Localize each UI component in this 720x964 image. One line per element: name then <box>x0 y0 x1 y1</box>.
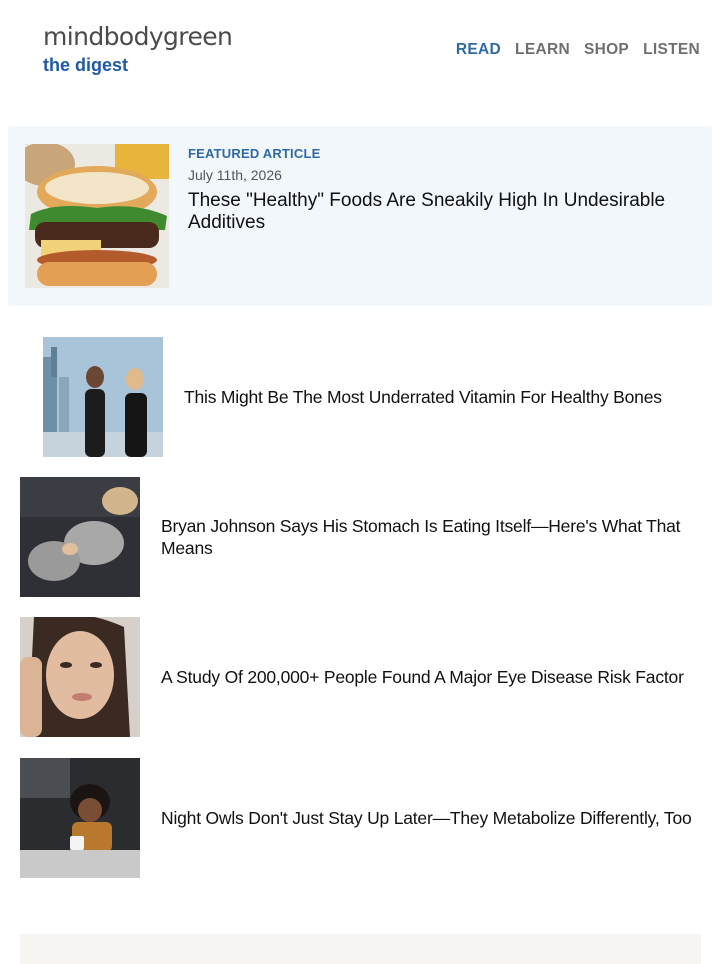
featured-title[interactable]: These "Healthy" Foods Are Sneakily High … <box>188 190 688 234</box>
woman-night-mug-photo[interactable] <box>20 758 140 878</box>
nav-listen[interactable]: LISTEN <box>643 41 700 59</box>
list-item[interactable]: This Might Be The Most Underrated Vitami… <box>43 337 720 457</box>
article-title[interactable]: This Might Be The Most Underrated Vitami… <box>184 386 720 408</box>
featured-article[interactable]: FEATURED ARTICLE July 11th, 2026 These "… <box>8 126 712 306</box>
main-nav: READ LEARN SHOP LISTEN <box>456 41 700 59</box>
brand-subtitle: the digest <box>43 55 129 75</box>
article-title[interactable]: Bryan Johnson Says His Stomach Is Eating… <box>161 515 706 559</box>
article-title[interactable]: A Study Of 200,000+ People Found A Major… <box>161 666 706 688</box>
featured-text: FEATURED ARTICLE July 11th, 2026 These "… <box>188 146 688 234</box>
brand-name: mindbodygreen <box>43 22 233 51</box>
brand-logo[interactable]: mindbodygreen the digest <box>43 22 233 76</box>
nav-read[interactable]: READ <box>456 41 501 59</box>
woman-lying-in-bed-photo[interactable] <box>20 477 140 597</box>
nav-learn[interactable]: LEARN <box>515 41 570 59</box>
list-item[interactable]: Bryan Johnson Says His Stomach Is Eating… <box>20 477 720 597</box>
article-title[interactable]: Night Owls Don't Just Stay Up Later—They… <box>161 807 706 829</box>
woman-touching-eye-photo[interactable] <box>20 617 140 737</box>
featured-date: July 11th, 2026 <box>188 167 282 183</box>
nav-shop[interactable]: SHOP <box>584 41 629 59</box>
list-item[interactable]: Night Owls Don't Just Stay Up Later—They… <box>20 758 720 878</box>
burger-photo[interactable] <box>25 144 169 288</box>
featured-label: FEATURED ARTICLE <box>188 146 321 161</box>
list-item[interactable]: A Study Of 200,000+ People Found A Major… <box>20 617 720 737</box>
header: mindbodygreen the digest READ LEARN SHOP… <box>0 0 720 110</box>
women-city-rooftop-photo[interactable] <box>43 337 163 457</box>
